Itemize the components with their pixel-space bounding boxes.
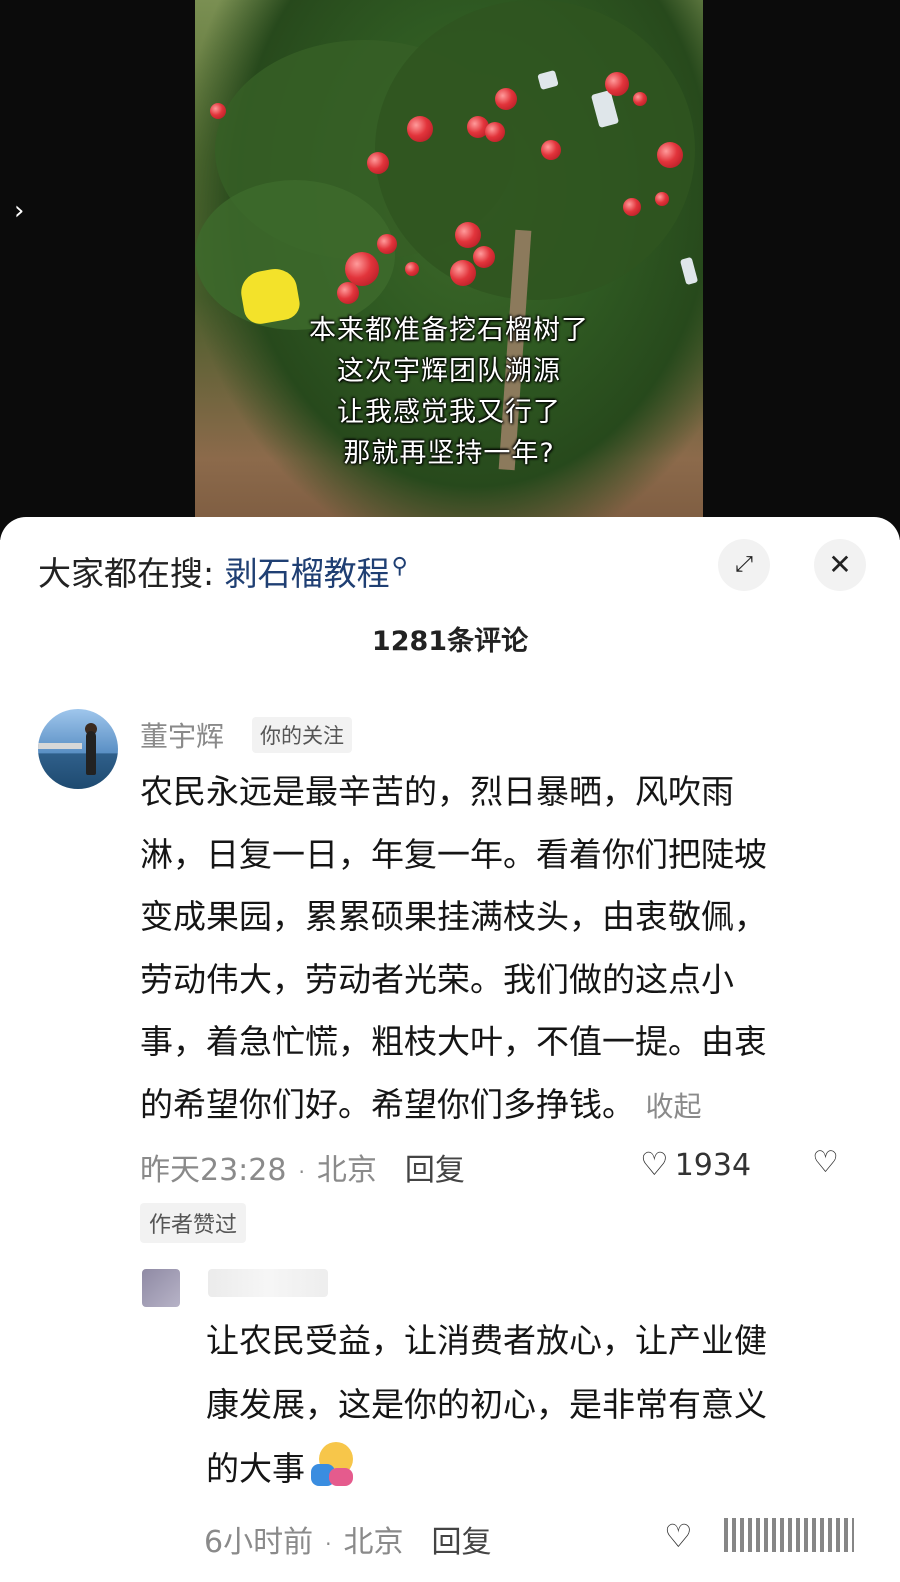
reply-like-button[interactable]: ♡ — [664, 1517, 699, 1555]
comment-line: 劳动伟大，劳动者光荣。我们做的这点小 — [140, 959, 734, 999]
watermark-bars — [724, 1518, 854, 1552]
avatar[interactable] — [38, 709, 118, 789]
reply-button[interactable]: 回复 — [405, 1153, 465, 1188]
follow-badge: 你的关注 — [252, 717, 352, 753]
comment-time: 昨天23:28 — [140, 1153, 287, 1188]
comment-author-name[interactable]: 董宇辉 — [140, 715, 224, 755]
hug-emoji-icon — [309, 1442, 355, 1488]
comment-location: 北京 — [316, 1153, 377, 1188]
caption-line: 本来都准备挖石榴树了 — [309, 315, 589, 346]
reply-author-name-blurred[interactable] — [208, 1269, 328, 1297]
search-suggestion[interactable]: 大家都在搜: 剥石榴教程⚲ — [38, 547, 408, 595]
chevron-right-icon[interactable]: › — [14, 196, 24, 226]
expand-icon: ⤢ — [735, 552, 753, 577]
caption-line: 那就再坚持一年? — [343, 438, 555, 469]
reply-line: 让农民受益，让消费者放心，让产业健 — [206, 1321, 767, 1360]
comment-line: 变成果园，累累硕果挂满枝头，由衷敬佩， — [140, 897, 767, 936]
comment-meta: 昨天23:28 · 北京 回复 — [140, 1153, 465, 1188]
comment-sheet: 大家都在搜: 剥石榴教程⚲ ⤢ ✕ 1281条评论 董宇辉 你的关注 农民永远是… — [0, 517, 900, 1582]
video-player[interactable]: › 本来都准备挖石榴树了 这次宇辉团队溯源 让我感觉我又行了 那就再坚持一年? — [0, 0, 900, 540]
search-prefix: 大家都在搜: — [38, 554, 215, 593]
caption-line: 让我感觉我又行了 — [337, 397, 561, 428]
comment-line: 淋，日复一日，年复一年。看着你们把陡坡 — [140, 834, 767, 874]
reply-to-reply-button[interactable]: 回复 — [431, 1525, 491, 1560]
reply-line: 的大事 — [206, 1449, 305, 1488]
reply-text: 让农民受益，让消费者放心，让产业健 康发展，这是你的初心，是非常有意义 的大事 — [206, 1309, 866, 1501]
expand-button[interactable]: ⤢ — [718, 539, 770, 591]
comment-count: 1281条评论 — [371, 626, 529, 657]
reply-location: 北京 — [343, 1525, 404, 1560]
broken-heart-icon: ♡ — [812, 1145, 839, 1180]
search-icon: ⚲ — [391, 554, 408, 579]
reply-meta: 6小时前 · 北京 回复 — [204, 1525, 492, 1560]
comment-line: 农民永远是最辛苦的，烈日暴晒，风吹雨 — [140, 772, 734, 811]
author-liked-badge: 作者赞过 — [140, 1203, 247, 1243]
collapse-button[interactable]: 收起 — [646, 1090, 702, 1123]
close-icon: ✕ — [828, 548, 852, 581]
like-count: 1934 — [674, 1148, 752, 1183]
close-button[interactable]: ✕ — [814, 539, 866, 591]
comment-line: 事，着急忙慌，粗枝大叶，不值一提。由衷 — [140, 1022, 767, 1061]
reply-avatar[interactable] — [142, 1269, 180, 1307]
like-button[interactable]: ♡ 1934 — [640, 1145, 751, 1183]
search-keyword[interactable]: 剥石榴教程 — [225, 554, 390, 593]
dislike-button[interactable]: ♡ — [812, 1145, 839, 1180]
heart-icon: ♡ — [640, 1145, 669, 1183]
comment-line: 的希望你们好。希望你们多挣钱。 — [140, 1084, 635, 1124]
reply-time: 6小时前 — [204, 1525, 314, 1560]
caption-line: 这次宇辉团队溯源 — [337, 356, 561, 387]
reply-line: 康发展，这是你的初心，是非常有意义 — [206, 1385, 767, 1424]
video-caption: 本来都准备挖石榴树了 这次宇辉团队溯源 让我感觉我又行了 那就再坚持一年? — [195, 310, 703, 474]
heart-icon: ♡ — [664, 1517, 693, 1555]
comment-text: 农民永远是最辛苦的，烈日暴晒，风吹雨 淋，日复一日，年复一年。看着你们把陡坡 变… — [140, 761, 860, 1138]
